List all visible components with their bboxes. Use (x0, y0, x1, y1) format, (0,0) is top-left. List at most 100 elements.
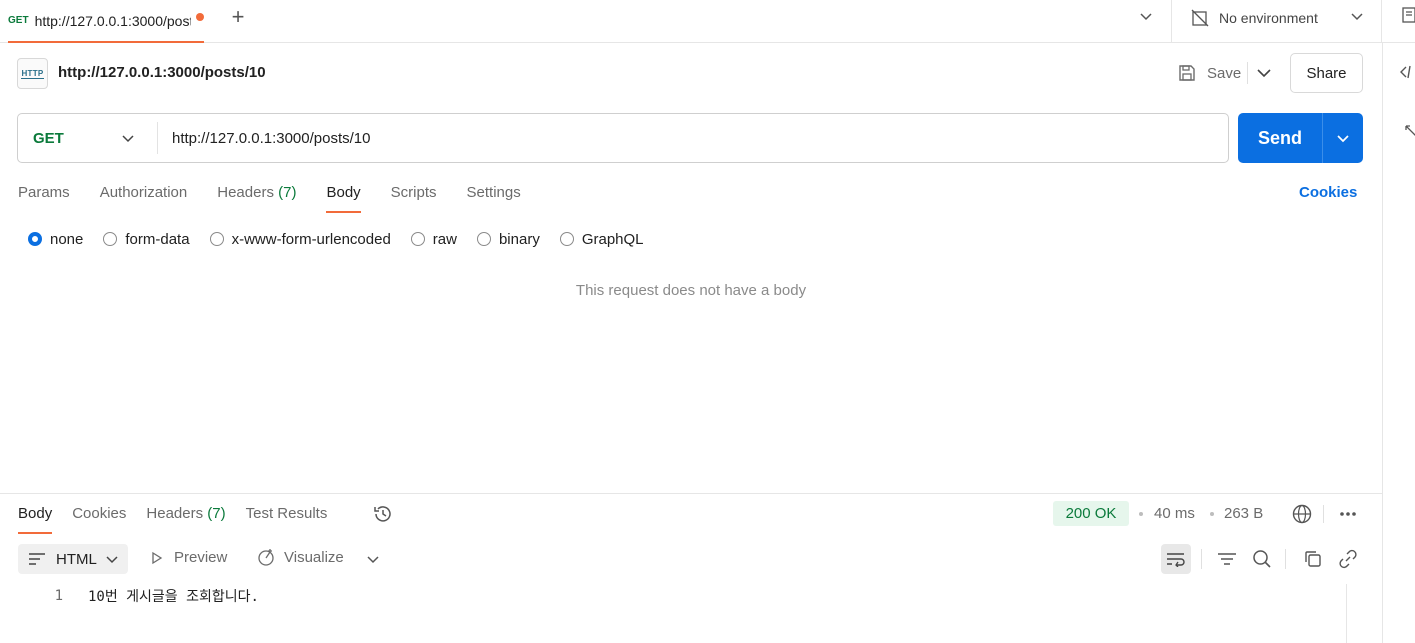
tab-method: GET (8, 15, 29, 26)
visualize-label: Visualize (284, 548, 344, 566)
send-button[interactable]: Send (1238, 113, 1363, 163)
radio-raw-label: raw (432, 230, 457, 248)
tab-authorization[interactable]: Authorization (100, 182, 188, 213)
environment-selector[interactable]: No environment (1190, 0, 1318, 36)
no-environment-icon (1191, 9, 1209, 27)
format-lines-icon (29, 553, 45, 565)
tab-settings[interactable]: Settings (467, 182, 521, 213)
code-line[interactable]: 1 10번 게시글을 조회합니다. (0, 586, 1345, 606)
visualize-chevron-down-icon[interactable] (365, 551, 381, 567)
body-type-radios: none form-data x-www-form-urlencoded raw… (28, 229, 664, 249)
save-options-chevron-down-icon[interactable] (1247, 60, 1281, 86)
tab-scripts-label: Scripts (390, 184, 437, 201)
tab-scripts[interactable]: Scripts (391, 182, 437, 213)
radio-form-data-label: form-data (125, 230, 190, 248)
environment-quick-look-icon[interactable] (1402, 7, 1415, 25)
response-divider[interactable] (0, 493, 1382, 494)
save-disk-icon (1179, 65, 1195, 81)
format-select[interactable]: HTML (18, 544, 128, 574)
status-badge[interactable]: 200 OK (1053, 501, 1129, 526)
response-tab-cookies[interactable]: Cookies (72, 503, 126, 534)
cookies-link[interactable]: Cookies (1299, 184, 1357, 201)
history-icon[interactable] (372, 503, 394, 525)
radio-binary[interactable]: binary (476, 230, 540, 248)
toolbar-divider (1285, 549, 1286, 569)
right-sidebar-divider (1382, 43, 1383, 643)
response-time[interactable]: 40 ms (1154, 505, 1195, 522)
response-tab-headers-count: (7) (207, 505, 226, 522)
tab-params-label: Params (18, 184, 70, 201)
radio-urlencoded-indicator (209, 232, 224, 246)
method-label: GET (33, 129, 64, 147)
radio-form-data[interactable]: form-data (103, 230, 190, 248)
send-label: Send (1257, 127, 1302, 148)
radio-graphql-indicator (559, 232, 574, 246)
request-name[interactable]: http://127.0.0.1:3000/posts/10 (58, 64, 266, 81)
tab-settings-label: Settings (466, 184, 521, 201)
network-globe-icon[interactable] (1291, 503, 1313, 525)
radio-form-data-indicator (103, 232, 118, 246)
response-tab-headers-label: Headers (146, 505, 204, 522)
method-chevron-down-icon (122, 135, 134, 143)
empty-body-message: This request does not have a body (575, 282, 807, 299)
response-size[interactable]: 263 B (1224, 505, 1263, 522)
environment-chevron-down-icon[interactable] (1349, 8, 1365, 24)
tab-headers[interactable]: Headers (7) (217, 182, 296, 213)
share-button[interactable]: Share (1290, 53, 1363, 93)
environment-label: No environment (1219, 10, 1318, 26)
toolbar-divider (1201, 549, 1202, 569)
tab-params[interactable]: Params (18, 182, 70, 213)
request-tab[interactable]: GET http://127.0.0.1:3000/posts/10 (8, 0, 204, 43)
send-chevron-down-icon (1337, 135, 1349, 143)
response-tab-test-results[interactable]: Test Results (246, 503, 328, 534)
radio-urlencoded[interactable]: x-www-form-urlencoded (209, 231, 391, 248)
radio-graphql-label: GraphQL (581, 230, 644, 248)
url-input[interactable] (172, 114, 1212, 162)
url-divider (157, 122, 158, 154)
radio-none[interactable]: none (28, 231, 83, 248)
format-label: HTML (56, 550, 97, 568)
wrap-lines-icon (1167, 553, 1185, 567)
response-tab-body-label: Body (18, 505, 53, 522)
code-text: 10번 게시글을 조회합니다. (88, 589, 259, 605)
preview-button[interactable]: Preview (150, 549, 227, 566)
radio-none-label: none (50, 230, 84, 248)
copy-button[interactable] (1298, 544, 1328, 574)
response-tab-test-results-label: Test Results (245, 505, 328, 522)
wrap-lines-button[interactable] (1161, 544, 1191, 574)
tab-title: http://127.0.0.1:3000/posts/10 (34, 12, 191, 29)
tab-body[interactable]: Body (326, 182, 361, 213)
tabs-chevron-down-icon[interactable] (1138, 8, 1154, 24)
method-select[interactable]: GET (18, 114, 158, 162)
radio-binary-label: binary (498, 230, 540, 248)
save-button[interactable]: Save (1177, 60, 1241, 86)
link-icon (1339, 549, 1357, 569)
code-scrollbar[interactable] (1346, 584, 1364, 643)
visualize-button[interactable]: Visualize (256, 547, 344, 567)
new-tab-plus-icon[interactable]: + (228, 6, 248, 28)
url-bar: GET (17, 113, 1229, 163)
preview-label: Preview (174, 549, 228, 566)
radio-raw[interactable]: raw (410, 230, 457, 248)
tab-bar: GET http://127.0.0.1:3000/posts/10 + No … (0, 0, 1415, 43)
filter-icon (1218, 553, 1236, 565)
search-button[interactable] (1247, 544, 1277, 574)
meta-separator-dot (1139, 512, 1143, 516)
filter-button[interactable] (1212, 544, 1242, 574)
http-request-icon: HTTP (17, 58, 48, 89)
more-options-icon[interactable] (1338, 510, 1358, 518)
link-button[interactable] (1333, 544, 1363, 574)
radio-binary-indicator (476, 232, 491, 246)
http-badge-text: HTTP (21, 68, 44, 79)
code-snippet-icon[interactable] (1400, 64, 1415, 80)
format-chevron-down-icon (106, 556, 118, 564)
expand-arrows-icon[interactable] (1404, 124, 1415, 138)
radio-graphql[interactable]: GraphQL (559, 230, 644, 248)
response-tab-body[interactable]: Body (18, 503, 53, 534)
play-icon (152, 551, 163, 564)
response-tab-headers[interactable]: Headers (7) (146, 503, 225, 534)
tab-authorization-label: Authorization (99, 184, 188, 201)
send-options-button[interactable] (1323, 113, 1363, 163)
tab-body-label: Body (326, 184, 361, 201)
radio-none-indicator (28, 232, 42, 246)
